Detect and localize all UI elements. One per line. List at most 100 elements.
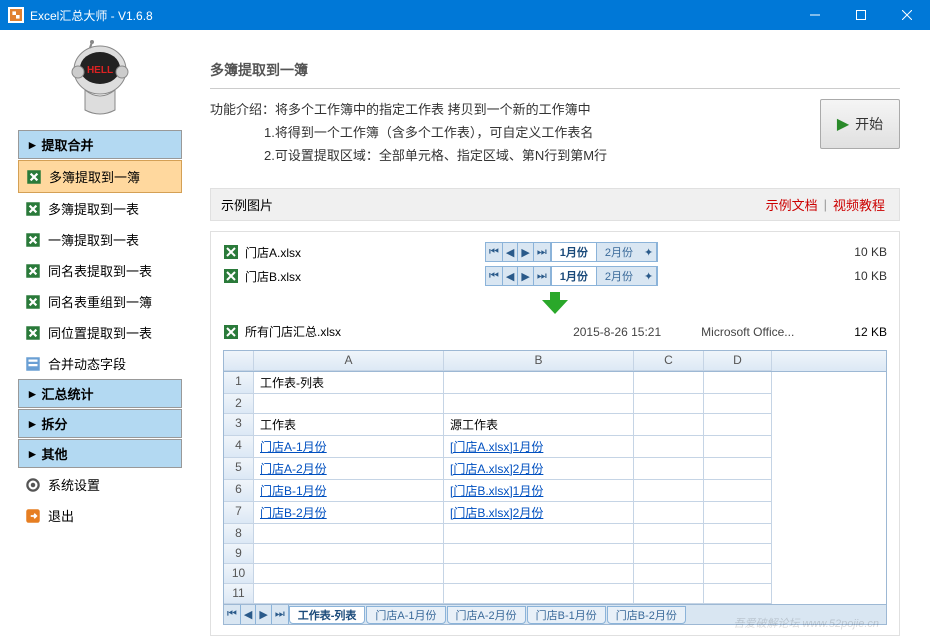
grid-cell[interactable]: 工作表-列表 bbox=[254, 372, 444, 394]
tab-nav-first[interactable]: ⏮ bbox=[486, 243, 503, 261]
col-header[interactable]: D bbox=[704, 351, 772, 371]
grid-cell[interactable]: 源工作表 bbox=[444, 414, 634, 436]
sidebar-item-same-position[interactable]: 同位置提取到一表 bbox=[18, 317, 182, 348]
grid-cell[interactable] bbox=[254, 544, 444, 564]
tab-nav-next[interactable]: ▶ bbox=[256, 605, 271, 624]
sheet-tab[interactable]: 1月份 bbox=[551, 267, 597, 285]
grid-cell[interactable]: 工作表 bbox=[254, 414, 444, 436]
grid-cell[interactable] bbox=[634, 458, 704, 480]
sidebar-item-settings[interactable]: 系统设置 bbox=[18, 469, 182, 500]
row-header[interactable]: 10 bbox=[224, 564, 254, 584]
tab-nav-next[interactable]: ▶ bbox=[518, 267, 533, 285]
example-doc-link[interactable]: 示例文档 bbox=[766, 195, 818, 214]
sidebar-group-split[interactable]: ▸ 拆分 bbox=[18, 409, 182, 438]
grid-cell[interactable] bbox=[704, 584, 772, 604]
tab-nav-first[interactable]: ⏮ bbox=[224, 605, 241, 624]
tab-nav-next[interactable]: ▶ bbox=[518, 243, 533, 261]
grid-cell[interactable] bbox=[634, 394, 704, 414]
example-video-link[interactable]: 视频教程 bbox=[833, 195, 885, 214]
grid-cell[interactable]: [门店B.xlsx]2月份 bbox=[444, 502, 634, 524]
grid-tab[interactable]: 门店B-2月份 bbox=[607, 606, 686, 624]
col-header[interactable]: B bbox=[444, 351, 634, 371]
row-header[interactable]: 5 bbox=[224, 458, 254, 480]
grid-corner[interactable] bbox=[224, 351, 254, 371]
maximize-button[interactable] bbox=[838, 0, 884, 30]
row-header[interactable]: 9 bbox=[224, 544, 254, 564]
row-header[interactable]: 8 bbox=[224, 524, 254, 544]
grid-cell[interactable] bbox=[444, 524, 634, 544]
grid-tab[interactable]: 门店A-2月份 bbox=[447, 606, 526, 624]
grid-cell[interactable] bbox=[704, 502, 772, 524]
insert-sheet-icon[interactable]: ✦ bbox=[641, 243, 657, 261]
close-button[interactable] bbox=[884, 0, 930, 30]
grid-cell[interactable]: [门店B.xlsx]1月份 bbox=[444, 480, 634, 502]
sidebar-item-exit[interactable]: 退出 bbox=[18, 500, 182, 531]
grid-cell[interactable] bbox=[444, 394, 634, 414]
grid-cell[interactable] bbox=[444, 584, 634, 604]
sheet-tab[interactable]: 2月份 bbox=[597, 243, 641, 261]
row-header[interactable]: 1 bbox=[224, 372, 254, 394]
row-header[interactable]: 6 bbox=[224, 480, 254, 502]
grid-cell[interactable] bbox=[254, 564, 444, 584]
grid-cell[interactable] bbox=[634, 502, 704, 524]
grid-tab[interactable]: 门店A-1月份 bbox=[366, 606, 445, 624]
grid-cell[interactable]: 门店A-2月份 bbox=[254, 458, 444, 480]
grid-cell[interactable]: [门店A.xlsx]2月份 bbox=[444, 458, 634, 480]
tab-nav-prev[interactable]: ◀ bbox=[503, 243, 518, 261]
tab-nav-prev[interactable]: ◀ bbox=[503, 267, 518, 285]
grid-cell[interactable] bbox=[634, 414, 704, 436]
grid-cell[interactable] bbox=[634, 524, 704, 544]
grid-cell[interactable] bbox=[254, 394, 444, 414]
grid-cell[interactable] bbox=[704, 372, 772, 394]
minimize-button[interactable] bbox=[792, 0, 838, 30]
grid-cell[interactable] bbox=[444, 564, 634, 584]
grid-cell[interactable] bbox=[634, 436, 704, 458]
tab-nav-last[interactable]: ⏭ bbox=[534, 267, 551, 285]
insert-sheet-icon[interactable]: ✦ bbox=[641, 267, 657, 285]
col-header[interactable]: C bbox=[634, 351, 704, 371]
grid-cell[interactable] bbox=[634, 584, 704, 604]
grid-cell[interactable] bbox=[634, 564, 704, 584]
grid-cell[interactable] bbox=[704, 394, 772, 414]
sidebar-group-other[interactable]: ▸ 其他 bbox=[18, 439, 182, 468]
row-header[interactable]: 7 bbox=[224, 502, 254, 524]
grid-cell[interactable] bbox=[634, 480, 704, 502]
sidebar-item-merge-dynamic[interactable]: 合并动态字段 bbox=[18, 348, 182, 379]
sidebar-group-extract[interactable]: ▸ 提取合并 bbox=[18, 130, 182, 159]
grid-cell[interactable] bbox=[444, 372, 634, 394]
col-header[interactable]: A bbox=[254, 351, 444, 371]
row-header[interactable]: 2 bbox=[224, 394, 254, 414]
grid-cell[interactable] bbox=[704, 436, 772, 458]
tab-nav-last[interactable]: ⏭ bbox=[534, 243, 551, 261]
tab-nav-prev[interactable]: ◀ bbox=[241, 605, 256, 624]
grid-cell[interactable] bbox=[254, 584, 444, 604]
grid-cell[interactable] bbox=[634, 372, 704, 394]
sidebar-group-summary[interactable]: ▸ 汇总统计 bbox=[18, 379, 182, 408]
tab-nav-last[interactable]: ⏭ bbox=[272, 605, 289, 624]
grid-tab[interactable]: 工作表-列表 bbox=[289, 606, 366, 624]
sidebar-item-multi-to-one-book[interactable]: 多簿提取到一簿 bbox=[18, 160, 182, 193]
sheet-tab[interactable]: 2月份 bbox=[597, 267, 641, 285]
sidebar-item-multi-to-one-sheet[interactable]: 多簿提取到一表 bbox=[18, 193, 182, 224]
grid-cell[interactable]: 门店A-1月份 bbox=[254, 436, 444, 458]
row-header[interactable]: 4 bbox=[224, 436, 254, 458]
sidebar-item-samename-reorg[interactable]: 同名表重组到一簿 bbox=[18, 286, 182, 317]
grid-cell[interactable] bbox=[704, 458, 772, 480]
grid-cell[interactable] bbox=[444, 544, 634, 564]
grid-cell[interactable]: 门店B-1月份 bbox=[254, 480, 444, 502]
grid-cell[interactable] bbox=[704, 480, 772, 502]
tab-nav-first[interactable]: ⏮ bbox=[486, 267, 503, 285]
sheet-tab[interactable]: 1月份 bbox=[551, 243, 597, 261]
grid-cell[interactable] bbox=[704, 414, 772, 436]
sidebar-item-samename-to-sheet[interactable]: 同名表提取到一表 bbox=[18, 255, 182, 286]
grid-cell[interactable] bbox=[704, 564, 772, 584]
grid-cell[interactable] bbox=[634, 544, 704, 564]
grid-tab[interactable]: 门店B-1月份 bbox=[527, 606, 606, 624]
grid-cell[interactable] bbox=[704, 524, 772, 544]
grid-cell[interactable]: 门店B-2月份 bbox=[254, 502, 444, 524]
row-header[interactable]: 11 bbox=[224, 584, 254, 604]
sidebar-item-one-to-one-sheet[interactable]: 一簿提取到一表 bbox=[18, 224, 182, 255]
grid-cell[interactable] bbox=[704, 544, 772, 564]
grid-cell[interactable]: [门店A.xlsx]1月份 bbox=[444, 436, 634, 458]
row-header[interactable]: 3 bbox=[224, 414, 254, 436]
